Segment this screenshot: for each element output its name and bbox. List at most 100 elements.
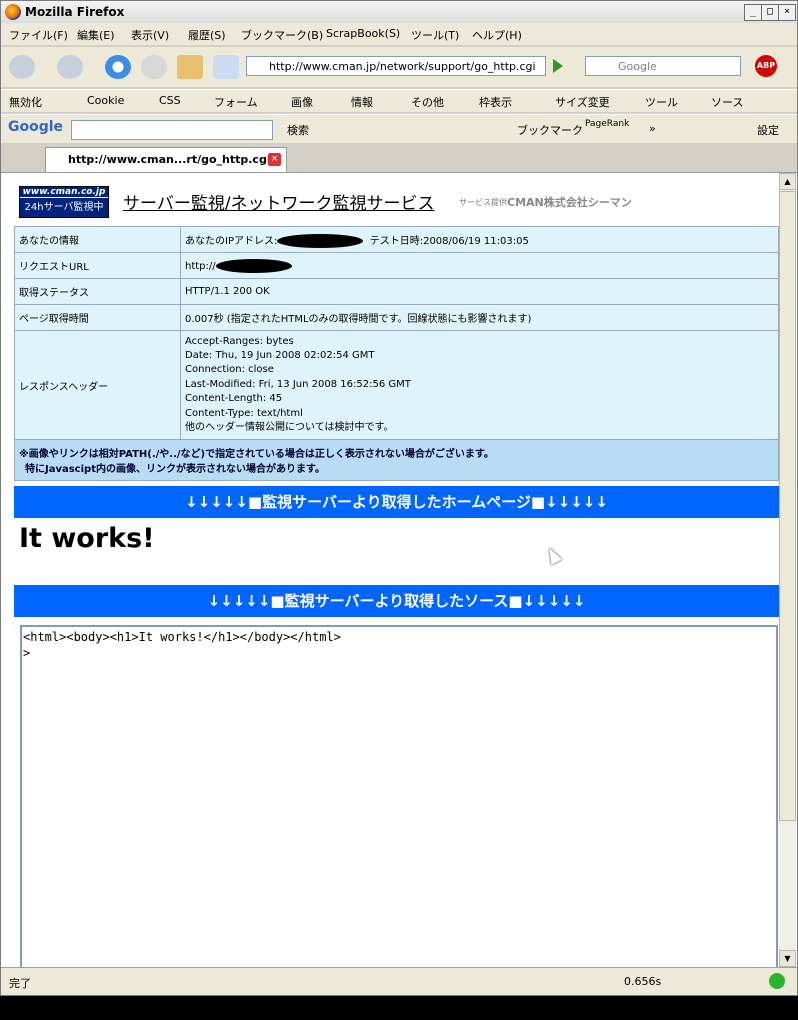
scrapbook-icon[interactable] (213, 55, 239, 79)
cman-logo[interactable]: www.cman.co.jp 24hサーバ監視中 (19, 186, 109, 218)
redacted-ip (277, 233, 364, 248)
minimize-button[interactable]: _ (744, 4, 762, 21)
google-toolbar: Google 検索 ブックマーク PageRank » 設定 (1, 114, 797, 143)
devbar-images[interactable]: 画像 (291, 94, 313, 110)
url-text: http://www.cman.jp/network/support/go_ht… (269, 60, 536, 73)
adblock-icon[interactable]: ABP (755, 55, 777, 77)
status-bar: 完了 0.656s (1, 967, 797, 995)
request-url-value: http:// (180, 252, 779, 279)
google-bookmarks-button[interactable]: ブックマーク (517, 122, 583, 138)
google-search-button[interactable]: 検索 (287, 122, 309, 138)
firefox-logo-icon (5, 4, 21, 20)
header-line: Date: Thu, 19 Jun 2008 02:02:54 GMT (185, 349, 375, 361)
scroll-thumb[interactable] (779, 191, 796, 821)
search-placeholder: Google (618, 60, 657, 73)
tab-title: http://www.cman...rt/go_http.cgi (68, 153, 271, 166)
header-line: Content-Type: text/html (185, 407, 303, 419)
fetched-heading: It works! (19, 523, 155, 554)
menu-scrapbook[interactable]: ScrapBook(S) (326, 27, 400, 40)
tab-active[interactable]: http://www.cman...rt/go_http.cgi × (45, 147, 287, 172)
devbar-disable[interactable]: 無効化 (9, 94, 42, 110)
forward-button-icon[interactable] (57, 55, 83, 79)
header-line: Last-Modified: Fri, 13 Jun 2008 16:52:56… (185, 378, 411, 390)
back-button-icon[interactable] (9, 55, 35, 79)
status-label: 取得ステータス (14, 278, 181, 305)
header-line: Content-Length: 45 (185, 393, 283, 405)
info-table: あなたの情報 あなたのIPアドレス: テスト日時:2008/06/19 11:0… (14, 226, 779, 481)
menu-history[interactable]: 履歴(S) (188, 27, 226, 43)
url-field[interactable]: http://www.cman.jp/network/support/go_ht… (246, 56, 546, 76)
table-row: あなたの情報 あなたのIPアドレス: テスト日時:2008/06/19 11:0… (14, 226, 779, 253)
tab-close-icon[interactable]: × (268, 153, 281, 166)
devbar-info[interactable]: 情報 (351, 94, 373, 110)
menu-file[interactable]: ファイル(F) (9, 27, 68, 43)
your-info-value: あなたのIPアドレス: テスト日時:2008/06/19 11:03:05 (180, 226, 779, 253)
ip-label: あなたのIPアドレス: (185, 235, 278, 247)
provider-name: CMAN株式会社シーマン (507, 196, 632, 209)
table-row: ※画像やリンクは相対PATH(./や../など)で指定されている場合は正しく表示… (14, 439, 779, 481)
table-row: ページ取得時間 0.007秒 (指定されたHTMLのみの取得時間です。回線状態に… (14, 304, 779, 331)
devbar-tools[interactable]: ツール (645, 94, 678, 110)
request-url-prefix: http:// (185, 260, 216, 272)
header-line: Connection: close (185, 364, 274, 376)
time-value: 0.007秒 (指定されたHTMLのみの取得時間です。回線状態にも影響されます) (180, 304, 779, 331)
load-timer: 0.656s (624, 975, 662, 988)
pagerank-label: PageRank (585, 119, 630, 129)
redacted-url (215, 258, 292, 273)
table-row: 取得ステータス HTTP/1.1 200 OK (14, 278, 779, 305)
browser-window: Mozilla Firefox _ □ × ファイル(F) 編集(E) 表示(V… (0, 0, 798, 996)
request-url-label: リクエストURL (14, 252, 181, 279)
more-button[interactable]: » (649, 122, 656, 135)
note-cell: ※画像やリンクは相対PATH(./や../など)で指定されている場合は正しく表示… (14, 439, 779, 481)
headers-value: Accept-Ranges: bytes Date: Thu, 19 Jun 2… (180, 330, 779, 440)
search-field[interactable]: Google (585, 56, 741, 76)
maximize-button[interactable]: □ (761, 4, 779, 21)
menu-tools[interactable]: ツール(T) (411, 27, 459, 43)
menu-help[interactable]: ヘルプ(H) (472, 27, 522, 43)
source-banner: ↓↓↓↓↓■監視サーバーより取得したソース■↓↓↓↓↓ (14, 585, 779, 617)
table-row: リクエストURL http:// (14, 252, 779, 279)
header-line: Accept-Ranges: bytes (185, 335, 294, 347)
menu-bar: ファイル(F) 編集(E) 表示(V) 履歴(S) ブックマーク(B) Scra… (1, 23, 797, 45)
devbar-css[interactable]: CSS (159, 94, 181, 107)
close-button[interactable]: × (778, 4, 796, 21)
home-page-banner: ↓↓↓↓↓■監視サーバーより取得したホームページ■↓↓↓↓↓ (14, 486, 779, 518)
menu-bookmarks[interactable]: ブックマーク(B) (241, 27, 323, 43)
menu-edit[interactable]: 編集(E) (77, 27, 115, 43)
headers-label: レスポンスヘッダー (14, 330, 181, 440)
google-search-input[interactable] (71, 120, 273, 140)
scroll-up-icon[interactable]: ▲ (779, 173, 796, 190)
source-textarea[interactable]: <html><body><h1>It works!</h1></body></h… (20, 625, 778, 967)
your-info-label: あなたの情報 (14, 226, 181, 253)
devbar-outline[interactable]: 枠表示 (479, 94, 512, 110)
go-icon[interactable] (553, 59, 563, 73)
page-heading-link[interactable]: サーバー監視/ネットワーク監視サービス (123, 189, 435, 214)
note-line: ※画像やリンクは相対PATH(./や../など)で指定されている場合は正しく表示… (19, 449, 494, 460)
security-ok-icon[interactable] (769, 973, 785, 989)
reload-icon[interactable] (105, 55, 131, 79)
tab-bar: http://www.cman...rt/go_http.cgi × (1, 144, 797, 173)
page-content: www.cman.co.jp 24hサーバ監視中 サーバー監視/ネットワーク監視… (1, 173, 797, 967)
devbar-forms[interactable]: フォーム (214, 94, 258, 110)
status-text: 完了 (9, 977, 31, 990)
window-title: Mozilla Firefox (25, 5, 125, 19)
devbar-misc[interactable]: その他 (411, 94, 444, 110)
navigation-toolbar: http://www.cman.jp/network/support/go_ht… (1, 47, 797, 87)
devbar-resize[interactable]: サイズ変更 (555, 94, 610, 110)
provider-prefix: サービス提供 (459, 198, 507, 207)
logo-tagline: 24hサーバ監視中 (24, 202, 104, 213)
home-icon[interactable] (177, 55, 203, 79)
settings-button[interactable]: 設定 (757, 122, 779, 138)
status-value: HTTP/1.1 200 OK (180, 278, 779, 305)
devbar-cookie[interactable]: Cookie (87, 94, 124, 107)
mouse-cursor-icon (543, 545, 563, 565)
scroll-down-icon[interactable]: ▼ (779, 950, 796, 967)
stop-icon[interactable] (141, 55, 167, 79)
header-line: 他のヘッダー情報公開については検討中です。 (185, 422, 394, 434)
vertical-scrollbar[interactable]: ▲ ▼ (779, 173, 796, 967)
developer-toolbar: 無効化 Cookie CSS フォーム 画像 情報 その他 枠表示 サイズ変更 … (1, 89, 797, 112)
time-label: ページ取得時間 (14, 304, 181, 331)
devbar-source[interactable]: ソース (711, 94, 743, 110)
note-line: 特にJavascipt内の画像、リンクが表示されない場合があります。 (25, 464, 325, 475)
menu-view[interactable]: 表示(V) (131, 27, 169, 43)
